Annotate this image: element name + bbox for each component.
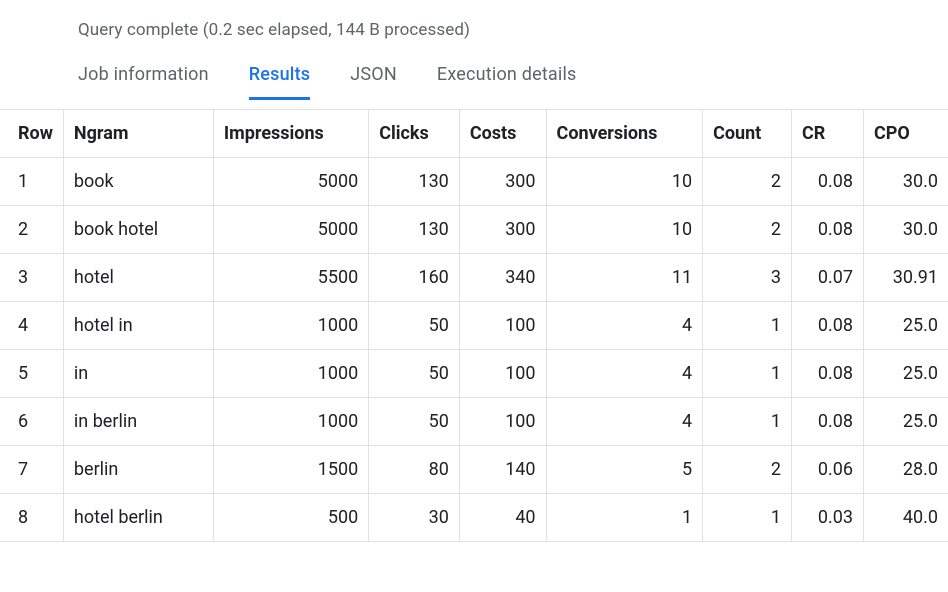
cell: 5	[0, 350, 63, 398]
cell: hotel	[63, 254, 213, 302]
table-row: 4hotel in100050100410.0825.0	[0, 302, 948, 350]
cell: 25.0	[864, 350, 948, 398]
query-status: Query complete (0.2 sec elapsed, 144 B p…	[0, 0, 948, 58]
cell: 6	[0, 398, 63, 446]
cell: 1	[0, 158, 63, 206]
cell: 0.08	[791, 158, 863, 206]
table-row: 2book hotel50001303001020.0830.0	[0, 206, 948, 254]
cell: 50	[369, 350, 460, 398]
cell: 1	[703, 494, 792, 542]
tab-results[interactable]: Results	[249, 58, 311, 100]
cell: 1	[703, 398, 792, 446]
cell: 130	[369, 206, 460, 254]
cell: 1000	[213, 350, 368, 398]
cell: 0.08	[791, 302, 863, 350]
cell: 11	[546, 254, 703, 302]
cell: 40.0	[864, 494, 948, 542]
cell: 2	[703, 206, 792, 254]
table-row: 1book50001303001020.0830.0	[0, 158, 948, 206]
cell: 340	[459, 254, 546, 302]
cell: 1	[703, 302, 792, 350]
col-header-ngram: Ngram	[63, 110, 213, 158]
tab-json[interactable]: JSON	[350, 58, 397, 100]
cell: 28.0	[864, 446, 948, 494]
cell: 30.0	[864, 158, 948, 206]
cell: 3	[703, 254, 792, 302]
cell: book hotel	[63, 206, 213, 254]
cell: 4	[546, 302, 703, 350]
cell: 30.91	[864, 254, 948, 302]
cell: 10	[546, 206, 703, 254]
cell: 80	[369, 446, 460, 494]
table-row: 6in berlin100050100410.0825.0	[0, 398, 948, 446]
cell: 4	[546, 398, 703, 446]
cell: 30	[369, 494, 460, 542]
cell: 500	[213, 494, 368, 542]
cell: hotel berlin	[63, 494, 213, 542]
cell: 10	[546, 158, 703, 206]
cell: 0.08	[791, 398, 863, 446]
tab-job-information[interactable]: Job information	[78, 58, 209, 100]
cell: 1000	[213, 302, 368, 350]
cell: 140	[459, 446, 546, 494]
results-table: RowNgramImpressionsClicksCostsConversion…	[0, 109, 948, 542]
cell: 300	[459, 206, 546, 254]
cell: 50	[369, 302, 460, 350]
tab-execution-details[interactable]: Execution details	[437, 58, 577, 100]
cell: 0.06	[791, 446, 863, 494]
cell: 5000	[213, 206, 368, 254]
cell: hotel in	[63, 302, 213, 350]
cell: book	[63, 158, 213, 206]
cell: 0.03	[791, 494, 863, 542]
cell: 1500	[213, 446, 368, 494]
cell: 1	[546, 494, 703, 542]
cell: 40	[459, 494, 546, 542]
cell: 7	[0, 446, 63, 494]
table-row: 7berlin150080140520.0628.0	[0, 446, 948, 494]
result-tabs: Job information Results JSON Execution deta…	[0, 58, 948, 99]
cell: 25.0	[864, 302, 948, 350]
cell: 100	[459, 398, 546, 446]
cell: 160	[369, 254, 460, 302]
cell: 100	[459, 302, 546, 350]
cell: 2	[703, 158, 792, 206]
cell: 2	[0, 206, 63, 254]
table-row: 8hotel berlin5003040110.0340.0	[0, 494, 948, 542]
table-row: 3hotel55001603401130.0730.91	[0, 254, 948, 302]
cell: 25.0	[864, 398, 948, 446]
cell: 1	[703, 350, 792, 398]
cell: 30.0	[864, 206, 948, 254]
col-header-cr: CR	[791, 110, 863, 158]
cell: 8	[0, 494, 63, 542]
cell: 0.08	[791, 350, 863, 398]
cell: 4	[546, 350, 703, 398]
cell: 50	[369, 398, 460, 446]
col-header-row: Row	[0, 110, 63, 158]
col-header-cpo: CPO	[864, 110, 948, 158]
cell: 0.07	[791, 254, 863, 302]
cell: 2	[703, 446, 792, 494]
cell: 1000	[213, 398, 368, 446]
cell: 5500	[213, 254, 368, 302]
table-row: 5in100050100410.0825.0	[0, 350, 948, 398]
cell: in berlin	[63, 398, 213, 446]
cell: 3	[0, 254, 63, 302]
col-header-conversions: Conversions	[546, 110, 703, 158]
col-header-clicks: Clicks	[369, 110, 460, 158]
cell: 5	[546, 446, 703, 494]
col-header-count: Count	[703, 110, 792, 158]
cell: 5000	[213, 158, 368, 206]
col-header-impressions: Impressions	[213, 110, 368, 158]
cell: 0.08	[791, 206, 863, 254]
cell: 4	[0, 302, 63, 350]
cell: berlin	[63, 446, 213, 494]
cell: 300	[459, 158, 546, 206]
cell: in	[63, 350, 213, 398]
cell: 100	[459, 350, 546, 398]
cell: 130	[369, 158, 460, 206]
col-header-costs: Costs	[459, 110, 546, 158]
